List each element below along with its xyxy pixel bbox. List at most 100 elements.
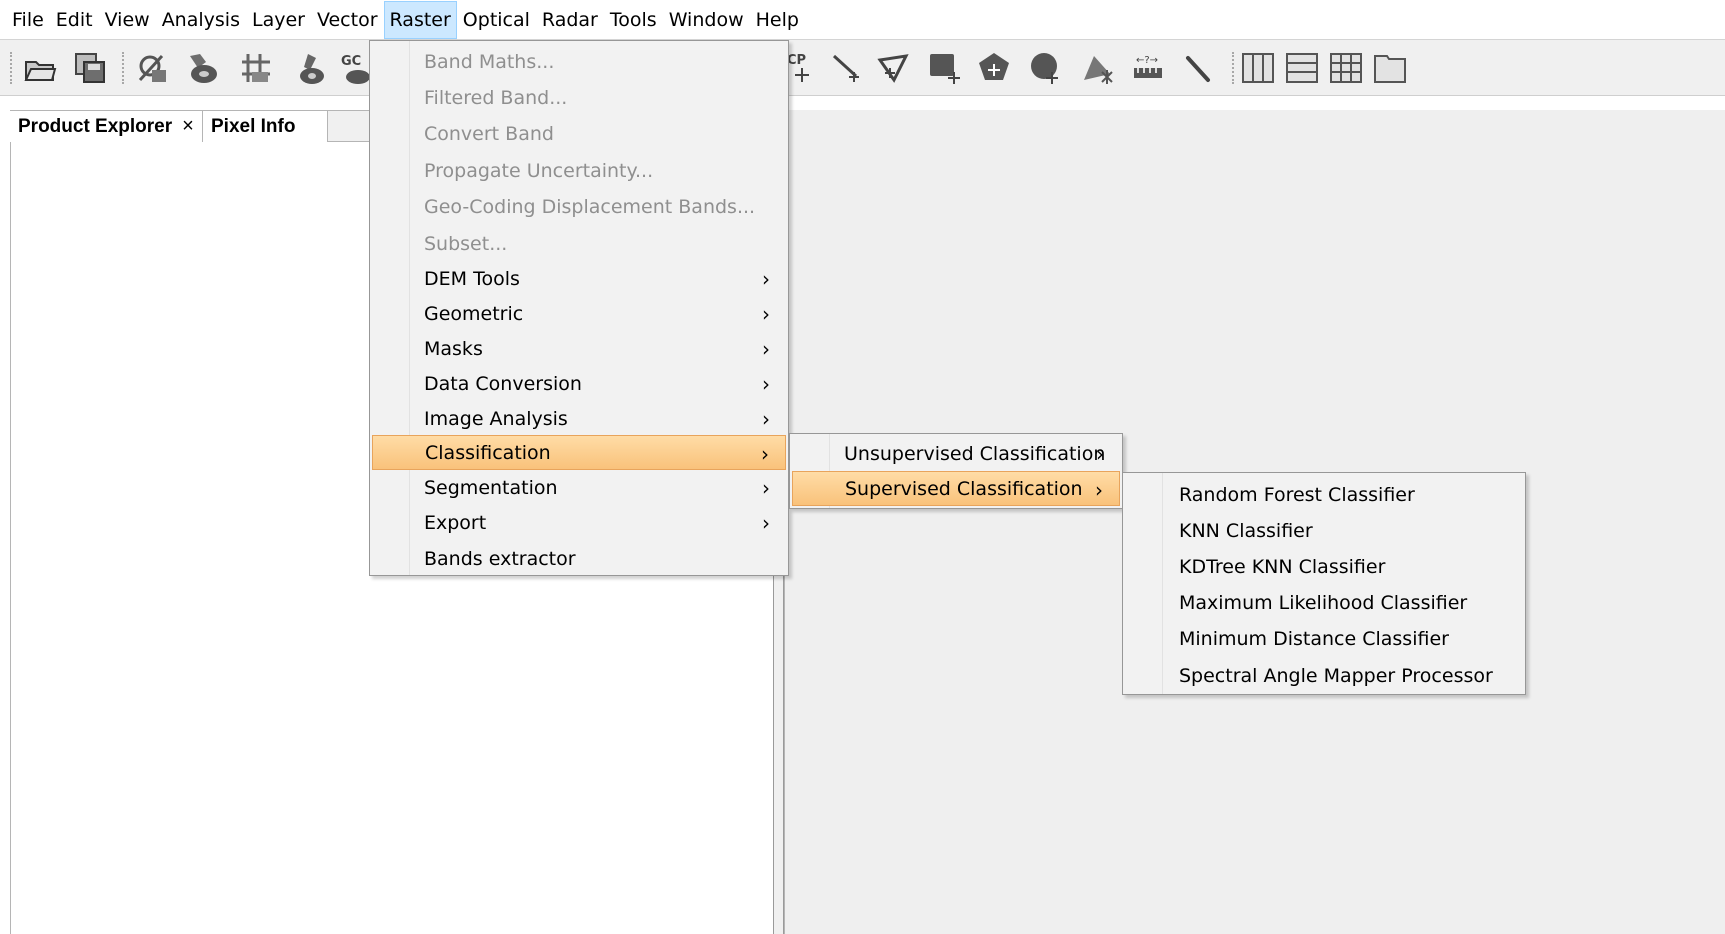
classification-submenu: Unsupervised Classification › Supervised C…	[789, 433, 1123, 509]
mask-icon[interactable]	[184, 50, 220, 86]
menu-item-label: Minimum Distance Classifier	[1179, 627, 1449, 650]
menu-item-export[interactable]: Export ›	[372, 505, 786, 540]
menu-tools[interactable]: Tools	[604, 1, 663, 39]
menu-vector[interactable]: Vector	[311, 1, 384, 39]
menu-window[interactable]: Window	[663, 1, 750, 39]
product-explorer-panel	[10, 110, 376, 934]
menu-layer[interactable]: Layer	[246, 1, 311, 39]
pin-manager-icon[interactable]	[292, 50, 328, 86]
supervised-classification-submenu: Random Forest Classifier KNN Classifier KD…	[1122, 472, 1526, 695]
menu-item-dem-tools[interactable]: DEM Tools ›	[372, 261, 786, 296]
add-gcp-icon[interactable]: CP	[786, 50, 822, 86]
menu-edit[interactable]: Edit	[50, 1, 99, 39]
chevron-right-icon: ›	[762, 371, 770, 396]
menu-item-label: Segmentation	[424, 476, 558, 499]
close-icon[interactable]: ×	[182, 115, 194, 138]
toolbar: GC CP ←?→	[0, 40, 1725, 96]
range-finder-icon[interactable]: ←?→	[1130, 50, 1166, 86]
panel-splitter[interactable]	[773, 570, 784, 934]
line-draw-icon[interactable]	[830, 50, 866, 86]
menu-item-masks[interactable]: Masks ›	[372, 331, 786, 366]
tab-pixel-info[interactable]: Pixel Info	[203, 111, 328, 142]
menu-item-label: Geometric	[424, 302, 524, 325]
chevron-right-icon: ›	[1095, 477, 1103, 502]
menu-item-image-analysis[interactable]: Image Analysis ›	[372, 401, 786, 436]
toolbar-separator	[1232, 52, 1234, 84]
menu-item-propagate-uncertainty[interactable]: Propagate Uncertainty...	[372, 153, 786, 188]
menu-item-spectral-angle-mapper-processor[interactable]: Spectral Angle Mapper Processor	[1125, 658, 1523, 693]
menu-item-filtered-band[interactable]: Filtered Band...	[372, 80, 786, 115]
chevron-right-icon: ›	[762, 336, 770, 361]
open-product-icon[interactable]	[22, 50, 58, 86]
tile-evenly-icon[interactable]	[1240, 50, 1276, 86]
menu-item-label: Maximum Likelihood Classifier	[1179, 591, 1468, 614]
menu-item-knn-classifier[interactable]: KNN Classifier	[1125, 513, 1523, 548]
menu-item-maximum-likelihood-classifier[interactable]: Maximum Likelihood Classifier	[1125, 585, 1523, 620]
menu-item-convert-band[interactable]: Convert Band	[372, 116, 786, 151]
chevron-right-icon: ›	[762, 510, 770, 535]
tile-single-icon[interactable]	[1372, 50, 1408, 86]
tab-pixel-info-label: Pixel Info	[211, 115, 296, 137]
save-product-icon[interactable]	[72, 50, 108, 86]
menu-item-label: Geo-Coding Displacement Bands...	[424, 195, 756, 218]
menu-item-label: Spectral Angle Mapper Processor	[1179, 664, 1493, 687]
menu-item-unsupervised-classification[interactable]: Unsupervised Classification ›	[792, 436, 1120, 471]
menu-item-kdtree-knn-classifier[interactable]: KDTree KNN Classifier	[1125, 549, 1523, 584]
no-data-overlay-icon[interactable]	[134, 50, 170, 86]
menu-item-label: Band Maths...	[424, 50, 555, 73]
svg-text:←?→: ←?→	[1136, 55, 1158, 66]
tab-product-explorer-label: Product Explorer	[18, 115, 173, 137]
ellipse-draw-icon[interactable]	[1028, 50, 1064, 86]
menu-item-data-conversion[interactable]: Data Conversion ›	[372, 366, 786, 401]
chevron-right-icon: ›	[762, 301, 770, 326]
tile-horizontally-icon[interactable]	[1284, 50, 1320, 86]
tab-product-explorer[interactable]: Product Explorer ×	[10, 111, 203, 142]
polygon-draw-icon[interactable]	[976, 50, 1012, 86]
toolbar-separator	[122, 52, 124, 84]
menu-item-supervised-classification[interactable]: Supervised Classification ›	[792, 471, 1120, 506]
add-gcp-label: CP	[787, 53, 806, 68]
menu-item-label: Data Conversion	[424, 372, 582, 395]
menu-item-label: Subset...	[424, 232, 508, 255]
menu-item-geo-coding-displacement-bands[interactable]: Geo-Coding Displacement Bands...	[372, 189, 786, 224]
menu-item-segmentation[interactable]: Segmentation ›	[372, 470, 786, 505]
toolbar-separator	[10, 52, 12, 84]
menu-item-minimum-distance-classifier[interactable]: Minimum Distance Classifier	[1125, 621, 1523, 656]
tile-vertically-icon[interactable]	[1328, 50, 1364, 86]
menu-item-random-forest-classifier[interactable]: Random Forest Classifier	[1125, 477, 1523, 512]
menu-item-label: Convert Band	[424, 122, 554, 145]
rectangle-draw-icon[interactable]	[926, 50, 962, 86]
menu-item-label: Filtered Band...	[424, 86, 568, 109]
menu-item-bands-extractor[interactable]: Bands extractor	[372, 541, 786, 576]
menu-item-label: Export	[424, 511, 487, 534]
menu-item-label: KNN Classifier	[1179, 519, 1313, 542]
menu-help[interactable]: Help	[750, 1, 805, 39]
chevron-right-icon: ›	[762, 266, 770, 291]
menu-raster[interactable]: Raster	[383, 0, 457, 39]
chevron-right-icon: ›	[1096, 441, 1104, 466]
menu-view[interactable]: View	[99, 1, 156, 39]
menu-item-label: Classification	[425, 441, 551, 464]
menu-item-label: Masks	[424, 337, 483, 360]
menu-item-label: Propagate Uncertainty...	[424, 159, 654, 182]
menu-item-subset[interactable]: Subset...	[372, 226, 786, 261]
menu-item-band-maths[interactable]: Band Maths...	[372, 44, 786, 79]
chevron-right-icon: ›	[761, 441, 769, 466]
menu-radar[interactable]: Radar	[536, 1, 604, 39]
chevron-right-icon: ›	[762, 406, 770, 431]
menu-file[interactable]: File	[6, 1, 50, 39]
raster-menu: Band Maths... Filtered Band... Convert Ban…	[369, 40, 789, 576]
menu-optical[interactable]: Optical	[457, 1, 536, 39]
chevron-right-icon: ›	[762, 475, 770, 500]
gcp-manager-label: GC	[341, 54, 361, 69]
polyline-draw-icon[interactable]	[876, 50, 912, 86]
grid-overlay-icon[interactable]	[238, 50, 274, 86]
select-tool-icon[interactable]	[1180, 50, 1216, 86]
menu-item-geometric[interactable]: Geometric ›	[372, 296, 786, 331]
menu-item-label: Supervised Classification	[845, 477, 1083, 500]
menu-item-classification[interactable]: Classification ›	[372, 435, 786, 470]
menu-bar: File Edit View Analysis Layer Vector Ras…	[0, 0, 1725, 40]
menu-item-label: Random Forest Classifier	[1179, 483, 1415, 506]
menu-analysis[interactable]: Analysis	[156, 1, 246, 39]
magic-wand-icon[interactable]	[1080, 50, 1116, 86]
